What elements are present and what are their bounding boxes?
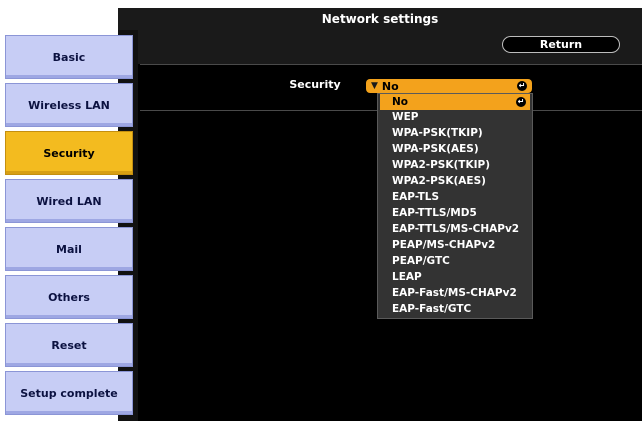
sidebar-item-others[interactable]: Others [5, 275, 133, 319]
enter-icon: ↵ [516, 97, 526, 107]
sidebar-item-security[interactable]: Security [5, 131, 133, 175]
sidebar-item-mail[interactable]: Mail [5, 227, 133, 271]
network-settings-screen: Network settings Return Basic Wireless L… [0, 0, 642, 421]
sidebar-item-reset[interactable]: Reset [5, 323, 133, 367]
dropdown-option-eap-ttls-md5[interactable]: EAP-TTLS/MD5 [378, 205, 532, 221]
dropdown-option-peap-mschapv2[interactable]: PEAP/MS-CHAPv2 [378, 237, 532, 253]
security-select-value: No [381, 79, 399, 93]
triangle-down-icon: ▼ [371, 81, 378, 91]
dropdown-option-eap-ttls-mschapv2[interactable]: EAP-TTLS/MS-CHAPv2 [378, 221, 532, 237]
security-dropdown-list: No ↵ WEP WPA-PSK(TKIP) WPA-PSK(AES) WPA2… [377, 93, 533, 319]
window-title: Network settings [118, 8, 642, 30]
sidebar-item-basic[interactable]: Basic [5, 35, 133, 79]
enter-icon: ↵ [517, 81, 527, 91]
dropdown-option-eap-fast-gtc[interactable]: EAP-Fast/GTC [378, 301, 532, 317]
option-label: No [392, 96, 409, 108]
dropdown-option-leap[interactable]: LEAP [378, 269, 532, 285]
dropdown-option-wep[interactable]: WEP [378, 109, 532, 125]
return-button[interactable]: Return [502, 36, 620, 53]
dropdown-option-wpa-psk-aes[interactable]: WPA-PSK(AES) [378, 141, 532, 157]
sidebar-item-setup-complete[interactable]: Setup complete [5, 371, 133, 415]
dropdown-option-wpa2-psk-aes[interactable]: WPA2-PSK(AES) [378, 173, 532, 189]
dropdown-option-wpa-psk-tkip[interactable]: WPA-PSK(TKIP) [378, 125, 532, 141]
divider-top [140, 64, 642, 65]
dropdown-option-peap-gtc[interactable]: PEAP/GTC [378, 253, 532, 269]
dropdown-option-no[interactable]: No ↵ [380, 94, 530, 110]
security-label: Security [289, 78, 341, 91]
dropdown-option-wpa2-psk-tkip[interactable]: WPA2-PSK(TKIP) [378, 157, 532, 173]
sidebar-item-wireless-lan[interactable]: Wireless LAN [5, 83, 133, 127]
dropdown-option-eap-fast-mschapv2[interactable]: EAP-Fast/MS-CHAPv2 [378, 285, 532, 301]
security-select[interactable]: ▼ No ↵ [366, 79, 532, 93]
sidebar-item-wired-lan[interactable]: Wired LAN [5, 179, 133, 223]
dropdown-option-eap-tls[interactable]: EAP-TLS [378, 189, 532, 205]
